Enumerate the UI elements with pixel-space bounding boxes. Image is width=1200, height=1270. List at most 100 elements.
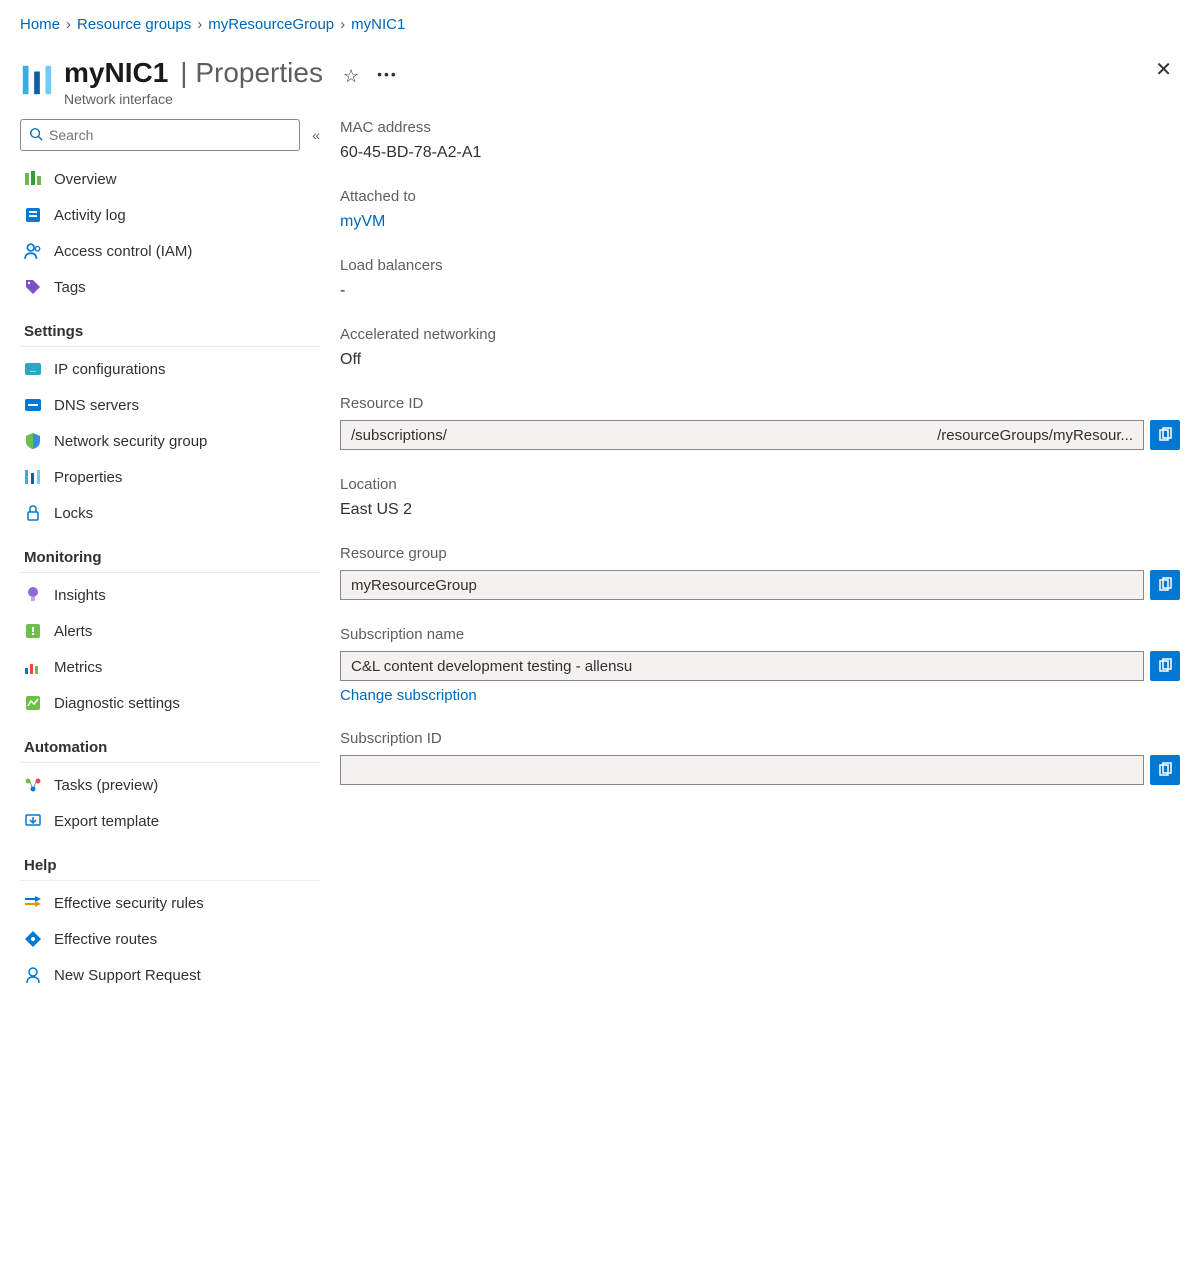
field-load-balancers: Load balancers - bbox=[340, 257, 1180, 300]
attached-vm-link[interactable]: myVM bbox=[340, 213, 385, 230]
nav-label: Metrics bbox=[54, 659, 102, 676]
nav-label: IP configurations bbox=[54, 361, 165, 378]
field-label: Attached to bbox=[340, 188, 1180, 205]
dns-icon bbox=[24, 396, 42, 414]
field-resource-group: Resource group myResourceGroup bbox=[340, 545, 1180, 600]
nav-label: Tasks (preview) bbox=[54, 777, 158, 794]
field-label: MAC address bbox=[340, 119, 1180, 136]
diagnostic-icon bbox=[24, 694, 42, 712]
breadcrumb-group[interactable]: myResourceGroup bbox=[208, 16, 334, 33]
section-help: Help bbox=[20, 839, 320, 881]
nav-label: Insights bbox=[54, 587, 106, 604]
bulb-icon bbox=[24, 586, 42, 604]
resource-group-value[interactable]: myResourceGroup bbox=[340, 570, 1144, 600]
ip-config-icon: ... bbox=[24, 360, 42, 378]
nav-tags[interactable]: Tags bbox=[20, 269, 320, 305]
copy-button[interactable] bbox=[1150, 570, 1180, 600]
nav-alerts[interactable]: Alerts bbox=[20, 613, 320, 649]
nav-label: Access control (IAM) bbox=[54, 243, 192, 260]
people-icon bbox=[24, 242, 42, 260]
resource-id-value[interactable]: /subscriptions/ /resourceGroups/myResour… bbox=[340, 420, 1144, 450]
breadcrumb-home[interactable]: Home bbox=[20, 16, 60, 33]
nav-locks[interactable]: Locks bbox=[20, 495, 320, 531]
change-subscription-link[interactable]: Change subscription bbox=[340, 687, 477, 704]
close-button[interactable]: ✕ bbox=[1155, 57, 1172, 82]
chevron-right-icon: › bbox=[197, 16, 202, 33]
nav-label: DNS servers bbox=[54, 397, 139, 414]
field-label: Load balancers bbox=[340, 257, 1180, 274]
support-icon bbox=[24, 966, 42, 984]
effective-routes-icon bbox=[24, 930, 42, 948]
page-title: myNIC1 bbox=[64, 57, 168, 89]
metrics-icon bbox=[24, 658, 42, 676]
alerts-icon bbox=[24, 622, 42, 640]
tasks-icon bbox=[24, 776, 42, 794]
subscription-id-value[interactable] bbox=[340, 755, 1144, 785]
network-interface-icon bbox=[20, 63, 54, 100]
properties-icon bbox=[24, 468, 42, 486]
lock-icon bbox=[24, 504, 42, 522]
page-section: | Properties bbox=[180, 57, 323, 89]
nav-label: Alerts bbox=[54, 623, 92, 640]
resource-type-label: Network interface bbox=[64, 91, 1180, 107]
nav-export-template[interactable]: Export template bbox=[20, 803, 320, 839]
nav-label: Locks bbox=[54, 505, 93, 522]
nav-label: Diagnostic settings bbox=[54, 695, 180, 712]
field-value: East US 2 bbox=[340, 501, 1180, 519]
nav-dns-servers[interactable]: DNS servers bbox=[20, 387, 320, 423]
field-mac-address: MAC address 60-45-BD-78-A2-A1 bbox=[340, 119, 1180, 162]
nav-label: Effective routes bbox=[54, 931, 157, 948]
collapse-sidebar-icon[interactable]: « bbox=[312, 127, 320, 143]
export-icon bbox=[24, 812, 42, 830]
section-automation: Automation bbox=[20, 721, 320, 763]
nav-label: Effective security rules bbox=[54, 895, 204, 912]
nav-network-security-group[interactable]: Network security group bbox=[20, 423, 320, 459]
field-label: Location bbox=[340, 476, 1180, 493]
copy-button[interactable] bbox=[1150, 420, 1180, 450]
activity-log-icon bbox=[24, 206, 42, 224]
copy-button[interactable] bbox=[1150, 651, 1180, 681]
field-value: Off bbox=[340, 351, 1180, 369]
section-settings: Settings bbox=[20, 305, 320, 347]
nav-effective-security-rules[interactable]: Effective security rules bbox=[20, 885, 320, 921]
overview-icon bbox=[24, 170, 42, 188]
chevron-right-icon: › bbox=[66, 16, 71, 33]
nav-overview[interactable]: Overview bbox=[20, 161, 320, 197]
field-location: Location East US 2 bbox=[340, 476, 1180, 519]
breadcrumb: Home › Resource groups › myResourceGroup… bbox=[0, 0, 1200, 41]
nav-access-control[interactable]: Access control (IAM) bbox=[20, 233, 320, 269]
section-monitoring: Monitoring bbox=[20, 531, 320, 573]
field-resource-id: Resource ID /subscriptions/ /resourceGro… bbox=[340, 395, 1180, 450]
copy-button[interactable] bbox=[1150, 755, 1180, 785]
subscription-name-value[interactable]: C&L content development testing - allens… bbox=[340, 651, 1144, 681]
field-label: Accelerated networking bbox=[340, 326, 1180, 343]
nav-label: Network security group bbox=[54, 433, 207, 450]
nav-ip-configurations[interactable]: ... IP configurations bbox=[20, 351, 320, 387]
search-input[interactable] bbox=[49, 127, 291, 143]
nav-properties[interactable]: Properties bbox=[20, 459, 320, 495]
nav-insights[interactable]: Insights bbox=[20, 577, 320, 613]
nav-label: Overview bbox=[54, 171, 117, 188]
nav-diagnostic-settings[interactable]: Diagnostic settings bbox=[20, 685, 320, 721]
tags-icon bbox=[24, 278, 42, 296]
nav-label: Activity log bbox=[54, 207, 126, 224]
properties-panel: MAC address 60-45-BD-78-A2-A1 Attached t… bbox=[340, 119, 1180, 993]
field-subscription-id: Subscription ID bbox=[340, 730, 1180, 785]
more-actions-icon[interactable]: ••• bbox=[377, 66, 398, 82]
field-accelerated-networking: Accelerated networking Off bbox=[340, 326, 1180, 369]
page-header: myNIC1 | Properties ☆ ••• Network interf… bbox=[0, 41, 1200, 119]
field-value: 60-45-BD-78-A2-A1 bbox=[340, 144, 1180, 162]
field-label: Subscription name bbox=[340, 626, 1180, 643]
favorite-star-icon[interactable]: ☆ bbox=[343, 66, 359, 87]
nav-tasks[interactable]: Tasks (preview) bbox=[20, 767, 320, 803]
search-box[interactable] bbox=[20, 119, 300, 151]
nav-new-support-request[interactable]: New Support Request bbox=[20, 957, 320, 993]
breadcrumb-resource-groups[interactable]: Resource groups bbox=[77, 16, 191, 33]
effective-security-icon bbox=[24, 894, 42, 912]
nav-effective-routes[interactable]: Effective routes bbox=[20, 921, 320, 957]
field-value: - bbox=[340, 282, 1180, 300]
nav-activity-log[interactable]: Activity log bbox=[20, 197, 320, 233]
breadcrumb-resource[interactable]: myNIC1 bbox=[351, 16, 405, 33]
nav-metrics[interactable]: Metrics bbox=[20, 649, 320, 685]
field-subscription-name: Subscription name C&L content developmen… bbox=[340, 626, 1180, 704]
